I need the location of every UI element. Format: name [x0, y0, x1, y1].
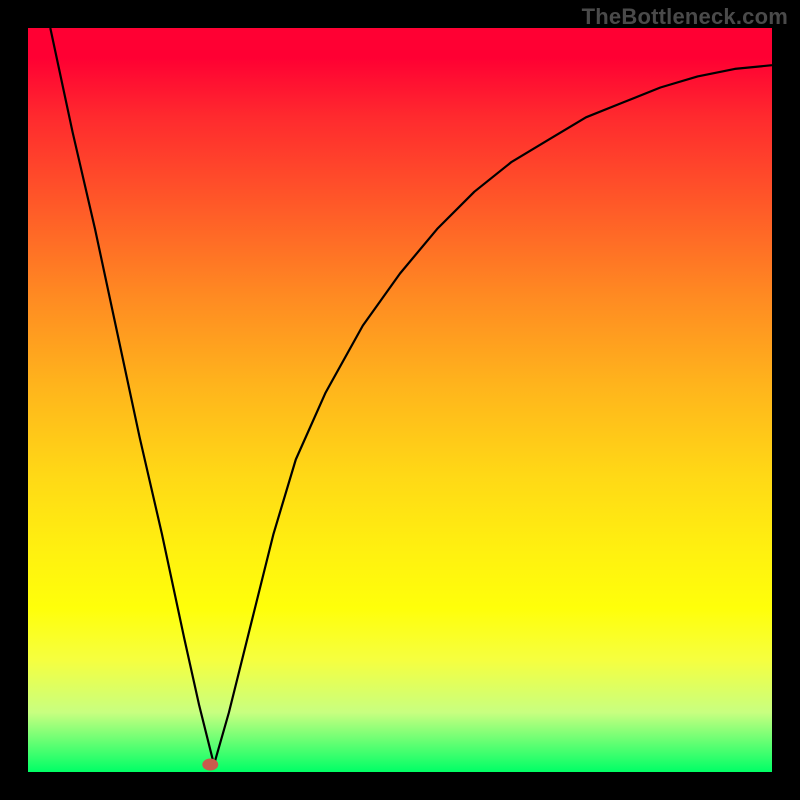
chart-frame: TheBottleneck.com: [0, 0, 800, 800]
selected-point-marker: [202, 759, 218, 771]
chart-svg: [0, 0, 800, 800]
bottleneck-curve: [50, 28, 772, 765]
curve-group: [50, 28, 772, 771]
watermark-text: TheBottleneck.com: [582, 4, 788, 30]
